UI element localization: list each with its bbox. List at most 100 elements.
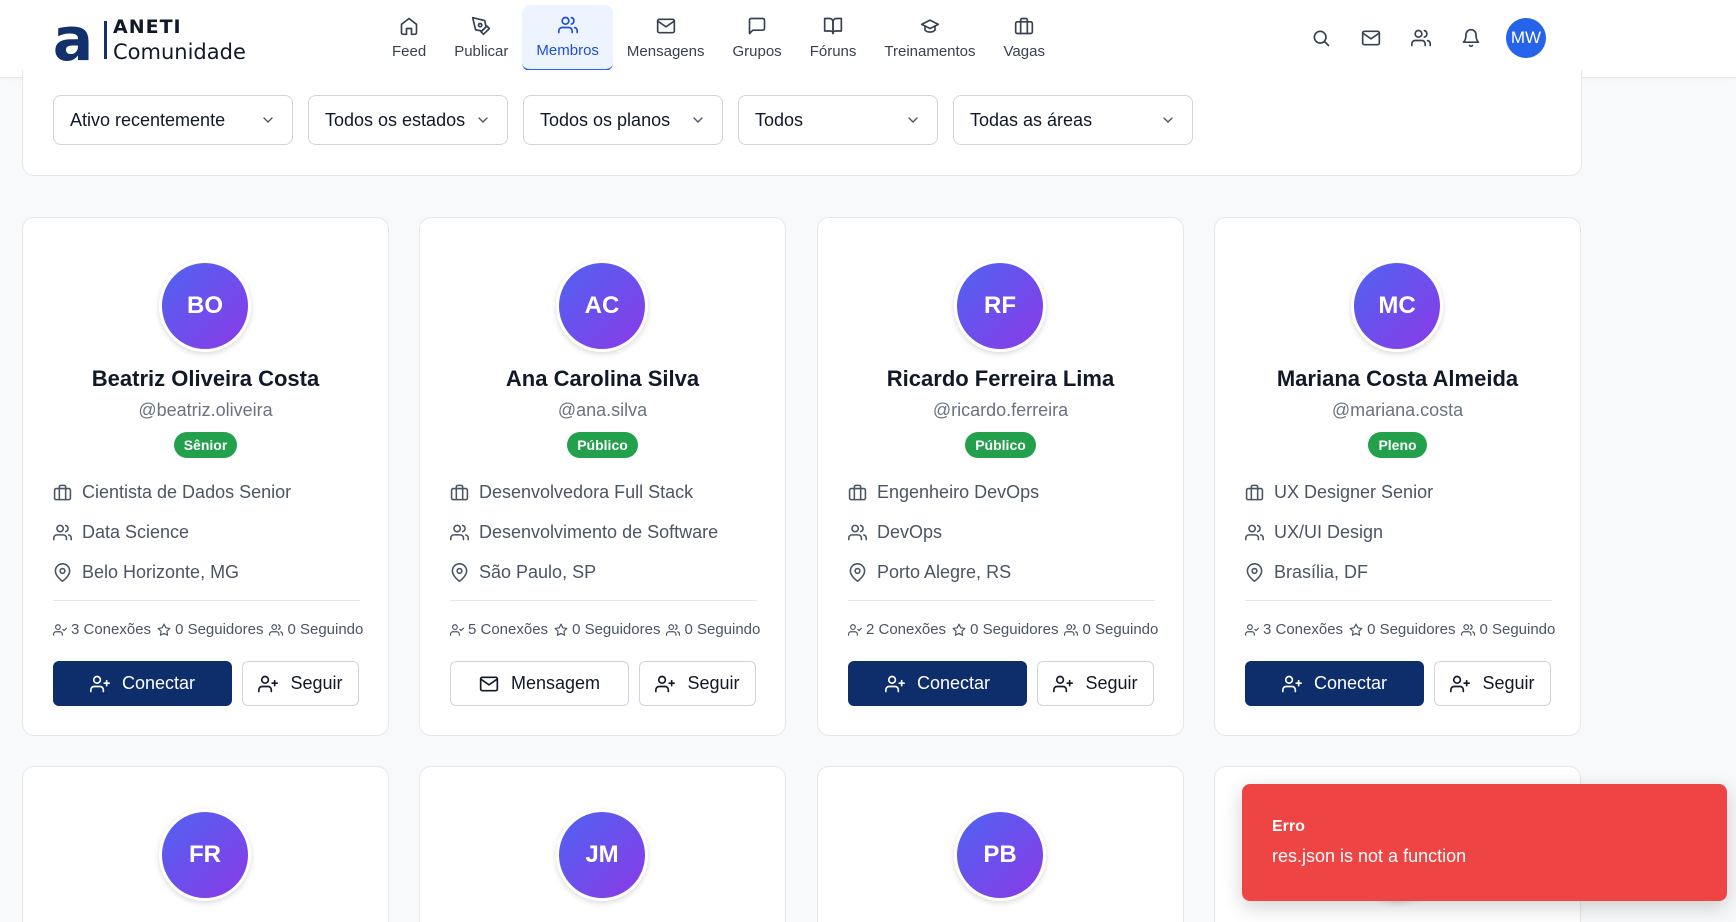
users-icon <box>1064 623 1079 636</box>
divider <box>450 600 757 601</box>
followers-text: 0 Seguidores <box>175 621 264 638</box>
user-plus-icon <box>1053 675 1074 692</box>
users-icon[interactable] <box>1410 27 1432 49</box>
mail-icon <box>479 676 499 691</box>
avatar[interactable]: RF <box>954 260 1046 352</box>
nav-treinamentos[interactable]: Treinamentos <box>870 5 989 71</box>
star-icon <box>157 623 171 636</box>
member-card: FR <box>22 766 389 922</box>
member-stats: 5 Conexões 0 Seguidores 0 Seguindo <box>450 621 760 638</box>
role-text: UX Designer Senior <box>1274 482 1434 502</box>
connect-button[interactable]: Conectar <box>1245 661 1424 706</box>
divider <box>848 600 1155 601</box>
following-text: 0 Seguindo <box>684 621 761 638</box>
book-icon <box>823 17 843 35</box>
member-name[interactable]: Ana Carolina Silva <box>420 366 785 392</box>
nav-mensagens[interactable]: Mensagens <box>613 5 719 71</box>
connections-stat: 3 Conexões <box>1245 621 1343 638</box>
nav-label: Mensagens <box>626 43 705 60</box>
member-name[interactable]: Beatriz Oliveira Costa <box>23 366 388 392</box>
member-card: MC Mariana Costa Almeida @mariana.costa … <box>1214 217 1581 736</box>
message-button[interactable]: Mensagem <box>450 661 629 706</box>
briefcase-icon <box>53 484 72 501</box>
nav-label: Feed <box>392 43 427 60</box>
avatar[interactable]: PB <box>954 809 1046 901</box>
location-text: Belo Horizonte, MG <box>82 562 240 582</box>
location-text: São Paulo, SP <box>479 562 597 582</box>
member-name[interactable]: Mariana Costa Almeida <box>1215 366 1580 392</box>
map-pin-icon <box>451 563 468 582</box>
role-text: Engenheiro DevOps <box>877 482 1040 502</box>
following-stat: 0 Seguindo <box>1064 621 1158 638</box>
following-text: 0 Seguindo <box>1479 621 1556 638</box>
member-handle: @beatriz.oliveira <box>138 400 273 420</box>
connect-button[interactable]: Conectar <box>53 661 232 706</box>
filter-plan-select[interactable]: Todos os planos <box>523 95 723 145</box>
followers-stat: 0 Seguidores <box>554 621 660 638</box>
nav-vagas[interactable]: Vagas <box>990 5 1059 71</box>
connections-stat: 5 Conexões <box>450 621 548 638</box>
nav-label: Membros <box>536 42 599 59</box>
nav-foruns[interactable]: Fóruns <box>796 5 871 71</box>
avatar[interactable]: BO <box>159 260 251 352</box>
brand-logo[interactable]: a ANETI Comunidade <box>46 16 246 64</box>
avatar[interactable]: FR <box>159 809 251 901</box>
search-icon[interactable] <box>1310 27 1332 49</box>
member-card: AC Ana Carolina Silva @ana.silva Público… <box>419 217 786 736</box>
nav-publicar[interactable]: Publicar <box>440 5 522 71</box>
following-text: 0 Seguindo <box>1082 621 1159 638</box>
connections-text: 5 Conexões <box>468 621 549 638</box>
connect-button[interactable]: Conectar <box>848 661 1027 706</box>
star-icon <box>952 623 966 636</box>
follow-button[interactable]: Seguir <box>242 661 359 706</box>
badge-wrap: Sênior <box>23 432 388 458</box>
filter-activity-select[interactable]: Ativo recentemente <box>53 95 293 145</box>
user-plus-icon <box>1281 675 1302 692</box>
chevron-down-icon <box>908 117 918 123</box>
error-toast[interactable]: Erro res.json is not a function <box>1242 784 1727 901</box>
member-card: JM <box>419 766 786 922</box>
nav-feed[interactable]: Feed <box>378 5 440 71</box>
card-actions: Mensagem Seguir <box>450 661 756 706</box>
level-badge: Sênior <box>173 432 238 458</box>
member-name[interactable]: Ricardo Ferreira Lima <box>818 366 1183 392</box>
pen-icon <box>472 16 491 36</box>
follow-button[interactable]: Seguir <box>639 661 756 706</box>
avatar[interactable]: AC <box>556 260 648 352</box>
button-label: Conectar <box>121 673 196 693</box>
button-label: Conectar <box>1313 673 1388 693</box>
followers-stat: 0 Seguidores <box>157 621 263 638</box>
user-check-icon <box>1245 623 1259 636</box>
member-location: Brasília, DF <box>1245 562 1368 583</box>
bell-icon[interactable] <box>1460 27 1482 49</box>
user-plus-icon <box>258 675 279 692</box>
nav-grupos[interactable]: Grupos <box>718 5 795 71</box>
user-avatar[interactable]: MW <box>1506 18 1546 58</box>
following-stat: 0 Seguindo <box>269 621 363 638</box>
follow-button[interactable]: Seguir <box>1037 661 1154 706</box>
nav-membros[interactable]: Membros <box>522 5 613 71</box>
location-text: Porto Alegre, RS <box>877 562 1012 582</box>
member-area: Desenvolvimento de Software <box>450 522 718 543</box>
follow-button[interactable]: Seguir <box>1434 661 1551 706</box>
graduation-cap-icon <box>920 19 940 33</box>
role-text: Cientista de Dados Senior <box>82 482 292 502</box>
filter-type-select[interactable]: Todos <box>738 95 938 145</box>
level-badge: Público <box>567 432 638 458</box>
users-icon <box>1461 623 1476 636</box>
filter-area-select[interactable]: Todas as áreas <box>953 95 1193 145</box>
button-label: Seguir <box>687 673 740 693</box>
followers-text: 0 Seguidores <box>572 621 661 638</box>
following-stat: 0 Seguindo <box>1461 621 1555 638</box>
users-icon <box>450 524 469 541</box>
logo-title: ANETI <box>113 16 182 38</box>
following-stat: 0 Seguindo <box>666 621 760 638</box>
avatar[interactable]: JM <box>556 809 648 901</box>
avatar[interactable]: MC <box>1351 260 1443 352</box>
member-location: Porto Alegre, RS <box>848 562 1011 583</box>
filter-state-select[interactable]: Todos os estados <box>308 95 508 145</box>
area-text: UX/UI Design <box>1274 522 1384 542</box>
chat-icon <box>748 17 766 35</box>
chevron-down-icon <box>1163 117 1173 123</box>
mail-icon[interactable] <box>1360 27 1382 49</box>
